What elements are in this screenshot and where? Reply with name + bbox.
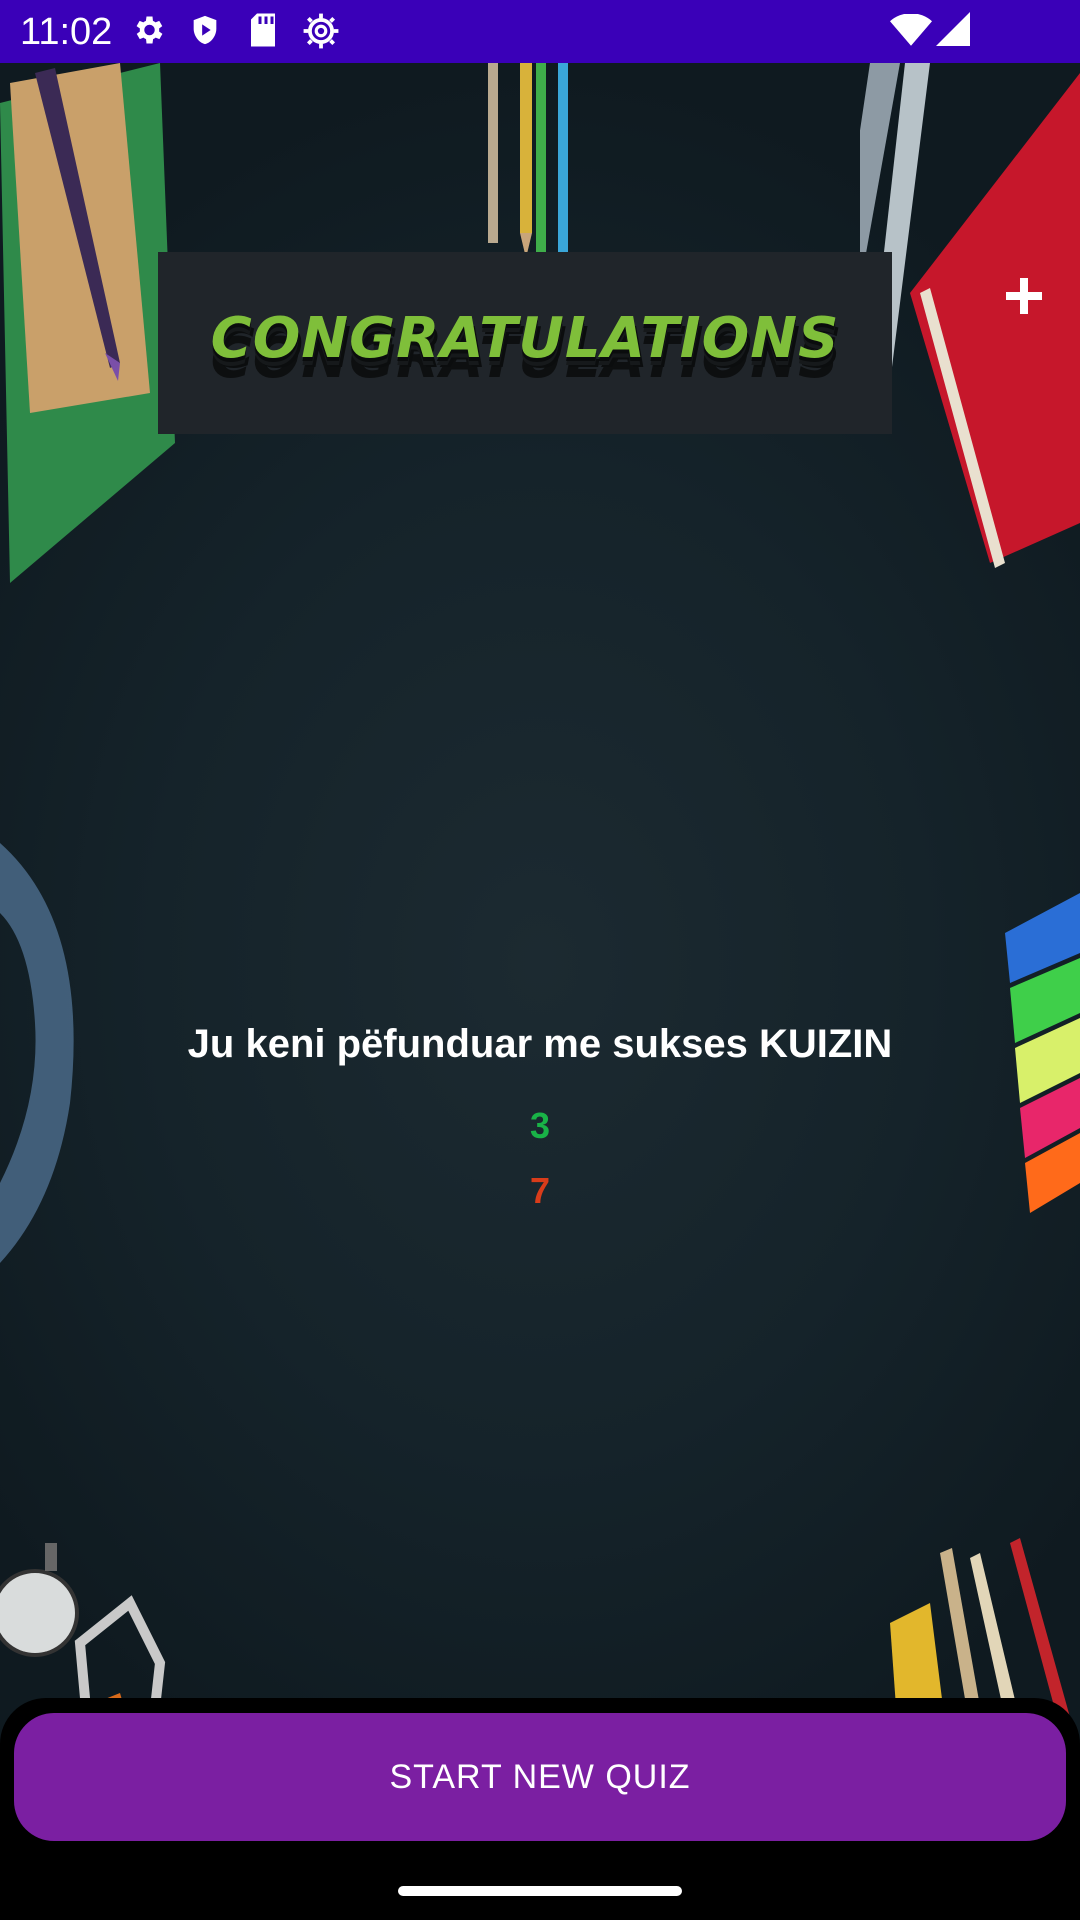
pencils-decoration — [488, 63, 568, 258]
sd-card-icon — [251, 13, 275, 47]
status-time: 11:02 — [20, 11, 113, 53]
cellular-signal-icon — [936, 12, 970, 46]
correct-answers-count: 3 — [529, 1105, 551, 1146]
banner-title: CONGRATULATIONS — [210, 306, 840, 371]
result-message: Ju keni pëfunduar me sukses KUIZIN — [187, 1022, 893, 1066]
home-gesture-handle[interactable] — [398, 1886, 682, 1896]
shield-play-icon — [193, 15, 217, 45]
quiz-result-screen: 11:02 CONGRATULATIONS CONGRATULATIONS Ju… — [0, 0, 1080, 1920]
congratulations-banner: CONGRATULATIONS CONGRATULATIONS — [158, 252, 892, 434]
start-new-quiz-button[interactable]: START NEW QUIZ — [14, 1713, 1066, 1841]
wrong-answers-count: 7 — [529, 1170, 551, 1211]
red-notebook-decoration — [860, 63, 1080, 568]
wifi-icon — [890, 14, 932, 46]
navigation-bar — [0, 1856, 1080, 1920]
settings-gear-icon — [136, 16, 163, 44]
status-bar: 11:02 — [0, 0, 1080, 63]
sun-gear-icon — [303, 13, 339, 49]
notebooks-decoration — [0, 63, 175, 583]
